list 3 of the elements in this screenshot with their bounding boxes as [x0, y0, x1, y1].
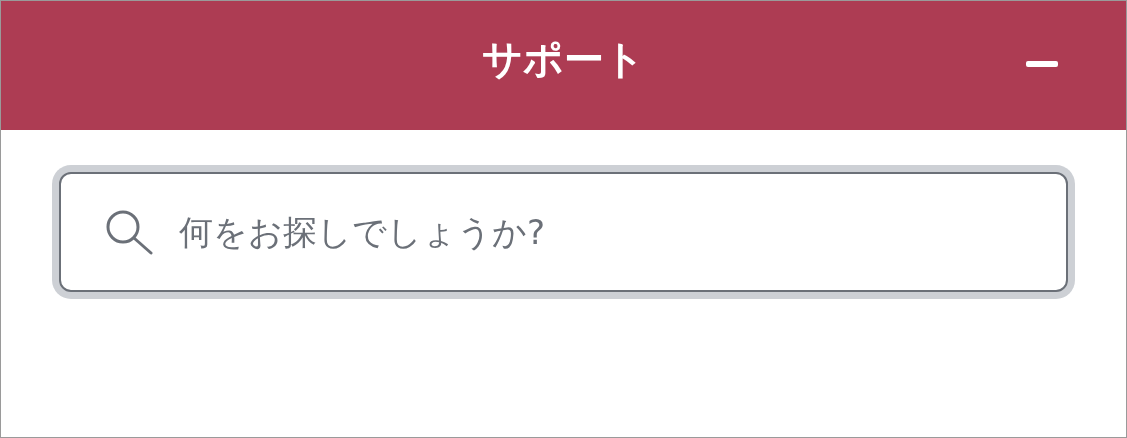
- minimize-icon: [1026, 61, 1058, 67]
- panel-title: サポート: [482, 35, 645, 84]
- search-field[interactable]: 何をお探しでしょうか?: [59, 172, 1068, 292]
